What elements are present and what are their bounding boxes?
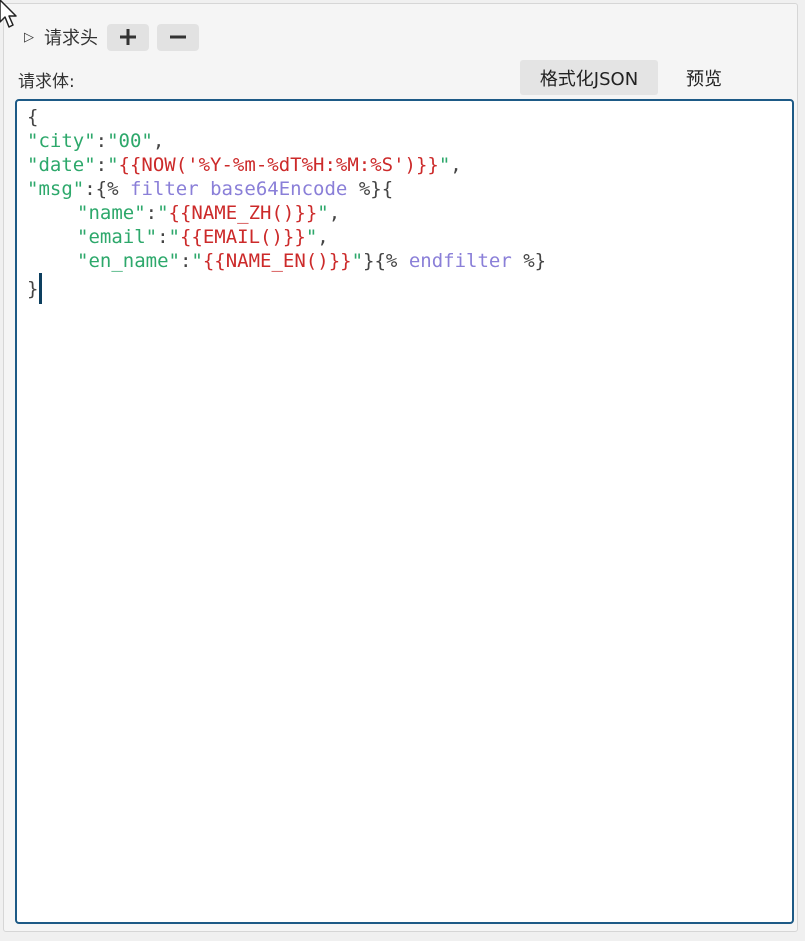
- code-comma: ,: [317, 226, 329, 248]
- code-brace: }: [27, 278, 39, 300]
- code-brace: {: [27, 106, 39, 128]
- code-colon: :: [95, 154, 108, 176]
- code-tag-open: {%: [374, 250, 398, 272]
- code-comma: ,: [450, 154, 462, 176]
- code-line: "date":"{{NOW('%Y-%m-%dT%H:%M:%S')}}",: [27, 153, 782, 177]
- request-panel: ▷ 请求头 请求体: 格式化JSON 预览 { "city":"00", "da…: [3, 3, 798, 932]
- code-keyword: endfilter: [408, 250, 512, 272]
- minus-icon: [170, 35, 186, 39]
- code-template: {{NAME_ZH()}}: [168, 202, 318, 224]
- code-brace: }: [363, 250, 375, 272]
- code-template: {{NAME_EN()}}: [202, 250, 352, 272]
- code-comma: ,: [328, 202, 341, 224]
- code-keyword: filter: [130, 178, 199, 200]
- code-quote: ": [317, 202, 329, 224]
- code-tag-open: {%: [95, 178, 119, 200]
- code-line: }: [27, 273, 782, 304]
- request-headers-row: ▷ 请求头: [24, 22, 207, 52]
- code-line: {: [27, 105, 782, 129]
- code-key: "email": [77, 226, 158, 248]
- code-line: "en_name":"{{NAME_EN()}}"}{% endfilter %…: [27, 249, 782, 273]
- code-colon: :: [179, 250, 192, 272]
- mouse-pointer-icon: [0, 0, 17, 28]
- request-body-label: 请求体:: [18, 72, 75, 92]
- plus-icon: [120, 29, 136, 45]
- code-tag-close: %}: [358, 178, 382, 200]
- code-key: "name": [77, 202, 146, 224]
- code-key: "city": [27, 130, 96, 152]
- request-body-editor[interactable]: { "city":"00", "date":"{{NOW('%Y-%m-%dT%…: [15, 99, 794, 924]
- format-json-button[interactable]: 格式化JSON: [520, 60, 658, 95]
- code-key: "msg": [27, 178, 85, 200]
- code-colon: :: [157, 226, 169, 248]
- code-tag-close: %}: [523, 250, 547, 272]
- triangle-right-icon[interactable]: ▷: [24, 30, 34, 45]
- code-quote: ": [438, 154, 451, 176]
- code-line: "city":"00",: [27, 129, 782, 153]
- remove-header-button[interactable]: [157, 23, 199, 51]
- code-keyword: base64Encode: [210, 178, 348, 200]
- code-quote: ": [157, 202, 169, 224]
- code-line: "name":"{{NAME_ZH()}}",: [27, 201, 782, 225]
- code-key: "date": [27, 154, 96, 176]
- code-brace: {: [381, 178, 394, 200]
- request-headers-label: 请求头: [44, 28, 98, 49]
- code-quote: ": [168, 226, 180, 248]
- code-comma: ,: [152, 130, 165, 152]
- code-colon: :: [84, 178, 96, 200]
- code-quote: ": [351, 250, 364, 272]
- code-quote: ": [191, 250, 203, 272]
- code-key: "en_name": [77, 250, 180, 272]
- code-colon: :: [145, 202, 158, 224]
- text-caret: [39, 273, 43, 304]
- code-line: "email":"{{EMAIL()}}",: [27, 225, 782, 249]
- code-line: "msg":{% filter base64Encode %}{: [27, 177, 782, 201]
- code-quote: ": [107, 154, 119, 176]
- code-template: {{EMAIL()}}: [179, 226, 306, 248]
- preview-button[interactable]: 预览: [668, 60, 740, 95]
- code-template: {{NOW('%Y-%m-%dT%H:%M:%S')}}: [118, 154, 439, 176]
- code-colon: :: [95, 130, 108, 152]
- add-header-button[interactable]: [107, 23, 149, 51]
- code-quote: ": [305, 226, 318, 248]
- code-string: "00": [107, 130, 153, 152]
